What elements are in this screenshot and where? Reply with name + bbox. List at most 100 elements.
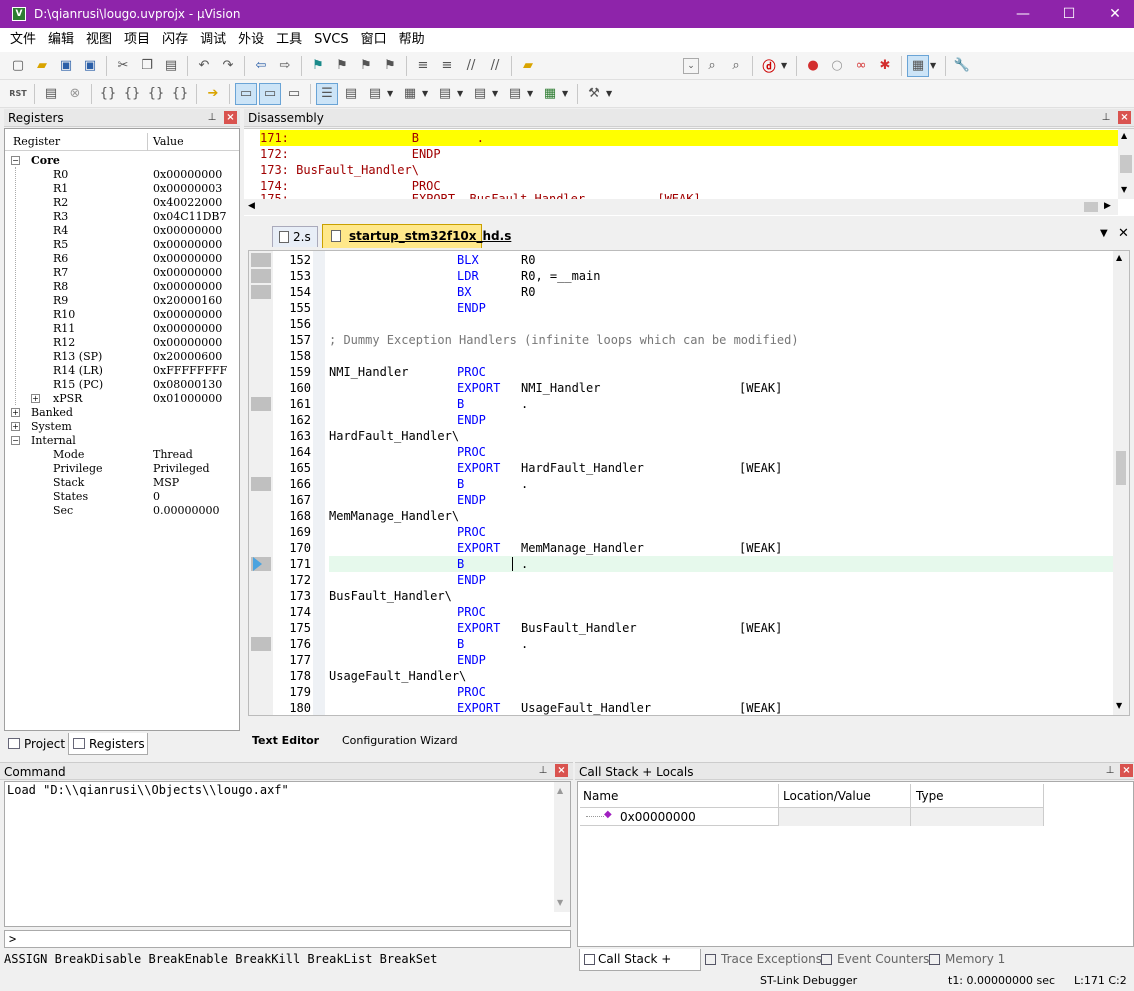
incremental-find-icon[interactable]: ⌕ — [725, 55, 747, 77]
register-value[interactable]: 0x00000000 — [153, 168, 222, 182]
callstack-view[interactable]: Name Location/Value Type ◆ 0x00000000 — [577, 781, 1134, 947]
bookmark-clear-icon[interactable]: ⚑ — [379, 55, 401, 77]
comment-icon[interactable]: // — [460, 55, 482, 77]
toolbox-dropdown-icon[interactable]: ▼ — [606, 89, 614, 98]
tab-configuration-wizard[interactable]: Configuration Wizard — [342, 734, 458, 747]
toolbox-icon[interactable]: ⚒ — [583, 83, 605, 105]
scroll-down-icon[interactable]: ▼ — [557, 898, 563, 907]
close-icon[interactable]: × — [224, 111, 237, 124]
register-value[interactable]: 0x00000000 — [153, 252, 222, 266]
show-next-statement-icon[interactable]: ➔ — [202, 83, 224, 105]
tab-call-stack-locals[interactable]: Call Stack + Locals — [579, 949, 701, 987]
pin-icon[interactable]: ⊥ — [206, 112, 218, 124]
paste-icon[interactable]: ▤ — [160, 55, 182, 77]
scroll-up-icon[interactable]: ▲ — [1116, 253, 1122, 262]
register-value[interactable]: Privileged — [153, 462, 210, 476]
analysis-dropdown-icon[interactable]: ▼ — [492, 89, 500, 98]
debug-session-icon[interactable]: ⓓ — [758, 55, 780, 77]
tab-list-dropdown-icon[interactable]: ▼ — [1100, 228, 1108, 239]
save-icon[interactable]: ▣ — [55, 55, 77, 77]
expand-toggle-icon[interactable]: + — [11, 408, 20, 417]
close-icon[interactable]: × — [1120, 764, 1133, 777]
analysis-window-icon[interactable]: ▤ — [469, 83, 491, 105]
register-value[interactable]: 0x00000000 — [153, 266, 222, 280]
scroll-up-icon[interactable]: ▲ — [1121, 131, 1127, 140]
menu-peripherals[interactable]: 外设 — [232, 28, 270, 52]
tab-project[interactable]: Project — [4, 733, 68, 755]
call-stack-window-icon[interactable]: ▤ — [340, 83, 362, 105]
system-viewer-dropdown-icon[interactable]: ▼ — [562, 89, 570, 98]
column-value[interactable]: Value — [153, 135, 184, 148]
register-value[interactable]: 0x20000160 — [153, 294, 222, 308]
uncomment-icon[interactable]: // — [484, 55, 506, 77]
serial-window-icon[interactable]: ▤ — [434, 83, 456, 105]
register-value[interactable]: 0x40022000 — [153, 196, 222, 210]
close-icon[interactable]: × — [555, 764, 568, 777]
system-viewer-icon[interactable]: ▦ — [539, 83, 561, 105]
breakpoint-disable-all-icon[interactable]: ∞ — [850, 55, 872, 77]
disassembly-window-icon[interactable]: ▭ — [259, 82, 281, 105]
column-type[interactable]: Type — [916, 789, 944, 803]
column-register[interactable]: Register — [13, 135, 60, 148]
register-value[interactable]: 0x00000000 — [153, 322, 222, 336]
register-value[interactable]: 0x00000000 — [153, 336, 222, 350]
register-value[interactable]: 0xFFFFFFFF — [153, 364, 227, 378]
breakpoint-insert-icon[interactable]: ● — [802, 55, 824, 77]
undo-icon[interactable]: ↶ — [193, 55, 215, 77]
copy-icon[interactable]: ❐ — [136, 55, 158, 77]
scroll-thumb[interactable] — [1120, 155, 1132, 173]
breakpoint-kill-all-icon[interactable]: ✱ — [874, 55, 896, 77]
register-value[interactable]: 0x01000000 — [153, 392, 222, 406]
registers-window-icon[interactable]: ☰ — [316, 82, 338, 105]
disasm-vscroll[interactable]: ▲ ▼ — [1118, 129, 1134, 199]
nav-forward-icon[interactable]: ⇨ — [274, 55, 296, 77]
run-to-cursor-icon[interactable]: {} — [169, 83, 191, 105]
configure-icon[interactable]: 🔧 — [951, 55, 973, 77]
scroll-down-icon[interactable]: ▼ — [1121, 185, 1127, 194]
memory-window-icon[interactable]: ▦ — [399, 83, 421, 105]
trace-dropdown-icon[interactable]: ▼ — [527, 89, 535, 98]
scroll-down-icon[interactable]: ▼ — [1116, 701, 1122, 710]
menu-file[interactable]: 文件 — [4, 28, 42, 52]
tab-startup-file[interactable]: startup_stm32f10x_hd.s — [322, 224, 511, 248]
scroll-right-icon[interactable]: ▶ — [1104, 201, 1111, 211]
tab-event-counters[interactable]: Event Counters — [819, 949, 929, 971]
tab-trace-exceptions[interactable]: Trace Exceptions — [703, 949, 822, 971]
tab-text-editor[interactable]: Text Editor — [252, 734, 319, 747]
bookmark-next-icon[interactable]: ⚑ — [355, 55, 377, 77]
run-icon[interactable]: ▤ — [40, 83, 62, 105]
scroll-left-icon[interactable]: ◀ — [248, 201, 255, 211]
window-layout-icon[interactable]: ▦ — [907, 54, 929, 77]
find-icon[interactable]: ⌕ — [701, 55, 723, 77]
code-editor[interactable]: 152 BLX R0 153 LDR R0, =__main 154 BX R0 155 ENDP 1… — [248, 250, 1130, 716]
pin-icon[interactable]: ⊥ — [537, 765, 549, 777]
register-value[interactable]: 0x00000003 — [153, 182, 222, 196]
new-file-icon[interactable]: ▢ — [7, 55, 29, 77]
register-value[interactable]: Thread — [153, 448, 193, 462]
command-input[interactable]: > — [4, 930, 571, 948]
register-value[interactable]: 0x00000000 — [153, 224, 222, 238]
register-value[interactable]: 0 — [153, 490, 160, 504]
menu-debug[interactable]: 调试 — [194, 28, 232, 52]
menu-window[interactable]: 窗口 — [355, 28, 393, 52]
step-over-icon[interactable]: {} — [121, 83, 143, 105]
maximize-button[interactable]: ☐ — [1046, 0, 1092, 28]
register-value[interactable]: 0.00000000 — [153, 504, 219, 518]
open-file-icon[interactable]: ▰ — [31, 55, 53, 77]
menu-view[interactable]: 视图 — [80, 28, 118, 52]
command-output[interactable]: Load "D:\\qianrusi\\Objects\\lougo.axf" … — [4, 781, 571, 927]
watch-window-icon[interactable]: ▤ — [364, 83, 386, 105]
menu-svcs[interactable]: SVCS — [308, 28, 354, 52]
command-vscroll[interactable]: ▲ ▼ — [554, 782, 570, 912]
trace-window-icon[interactable]: ▤ — [504, 83, 526, 105]
scroll-thumb[interactable] — [1084, 202, 1098, 212]
expand-toggle-icon[interactable]: + — [31, 394, 40, 403]
editor-gutter[interactable] — [249, 251, 273, 715]
disassembly-view[interactable]: 171: B . 172: ENDP 173: BusFault_Handler… — [244, 128, 1134, 216]
column-location[interactable]: Location/Value — [783, 789, 871, 803]
bookmark-prev-icon[interactable]: ⚑ — [331, 55, 353, 77]
register-value[interactable]: 0x00000000 — [153, 238, 222, 252]
register-value[interactable]: MSP — [153, 476, 179, 490]
step-out-icon[interactable]: {} — [145, 83, 167, 105]
serial-dropdown-icon[interactable]: ▼ — [457, 89, 465, 98]
